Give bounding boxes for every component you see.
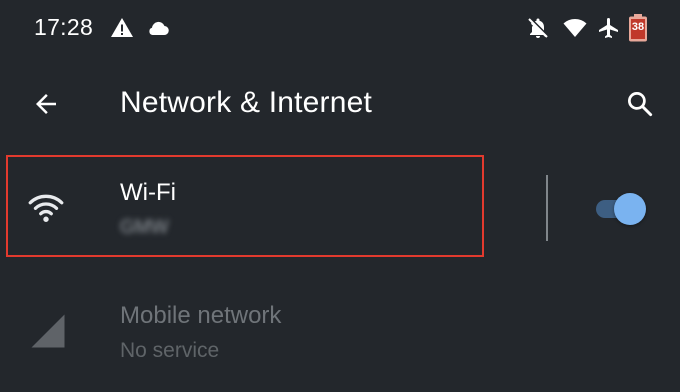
cloud-icon — [149, 21, 169, 36]
mobile-network-label: Mobile network — [120, 302, 282, 329]
search-icon — [628, 92, 653, 117]
status-time: 17:28 — [34, 14, 94, 40]
airplane-mode-icon — [599, 18, 618, 38]
arrow-back-icon — [36, 94, 56, 114]
notifications-off-icon — [528, 18, 548, 38]
back-button[interactable] — [28, 86, 64, 122]
app-bar: Network & Internet — [0, 72, 680, 136]
mobile-network-row[interactable]: Mobile network No service — [0, 286, 680, 378]
status-bar: 17:28 38 — [0, 0, 680, 58]
wifi-label: Wi-Fi — [120, 179, 176, 206]
wifi-icon — [28, 194, 64, 222]
wifi-toggle[interactable] — [594, 193, 648, 225]
search-button[interactable] — [620, 86, 660, 122]
wifi-network-name: GMW — [120, 217, 169, 238]
divider — [546, 175, 548, 241]
mobile-network-status: No service — [120, 339, 220, 362]
cellular-signal-icon — [31, 314, 65, 348]
highlight-box — [6, 155, 484, 257]
warning-icon — [111, 18, 133, 37]
battery-level: 38 — [631, 21, 645, 33]
wifi-setting-row[interactable]: Wi-Fi GMW — [0, 155, 680, 257]
wifi-signal-icon — [563, 19, 587, 37]
toggle-thumb — [614, 193, 646, 225]
page-title: Network & Internet — [120, 86, 373, 119]
